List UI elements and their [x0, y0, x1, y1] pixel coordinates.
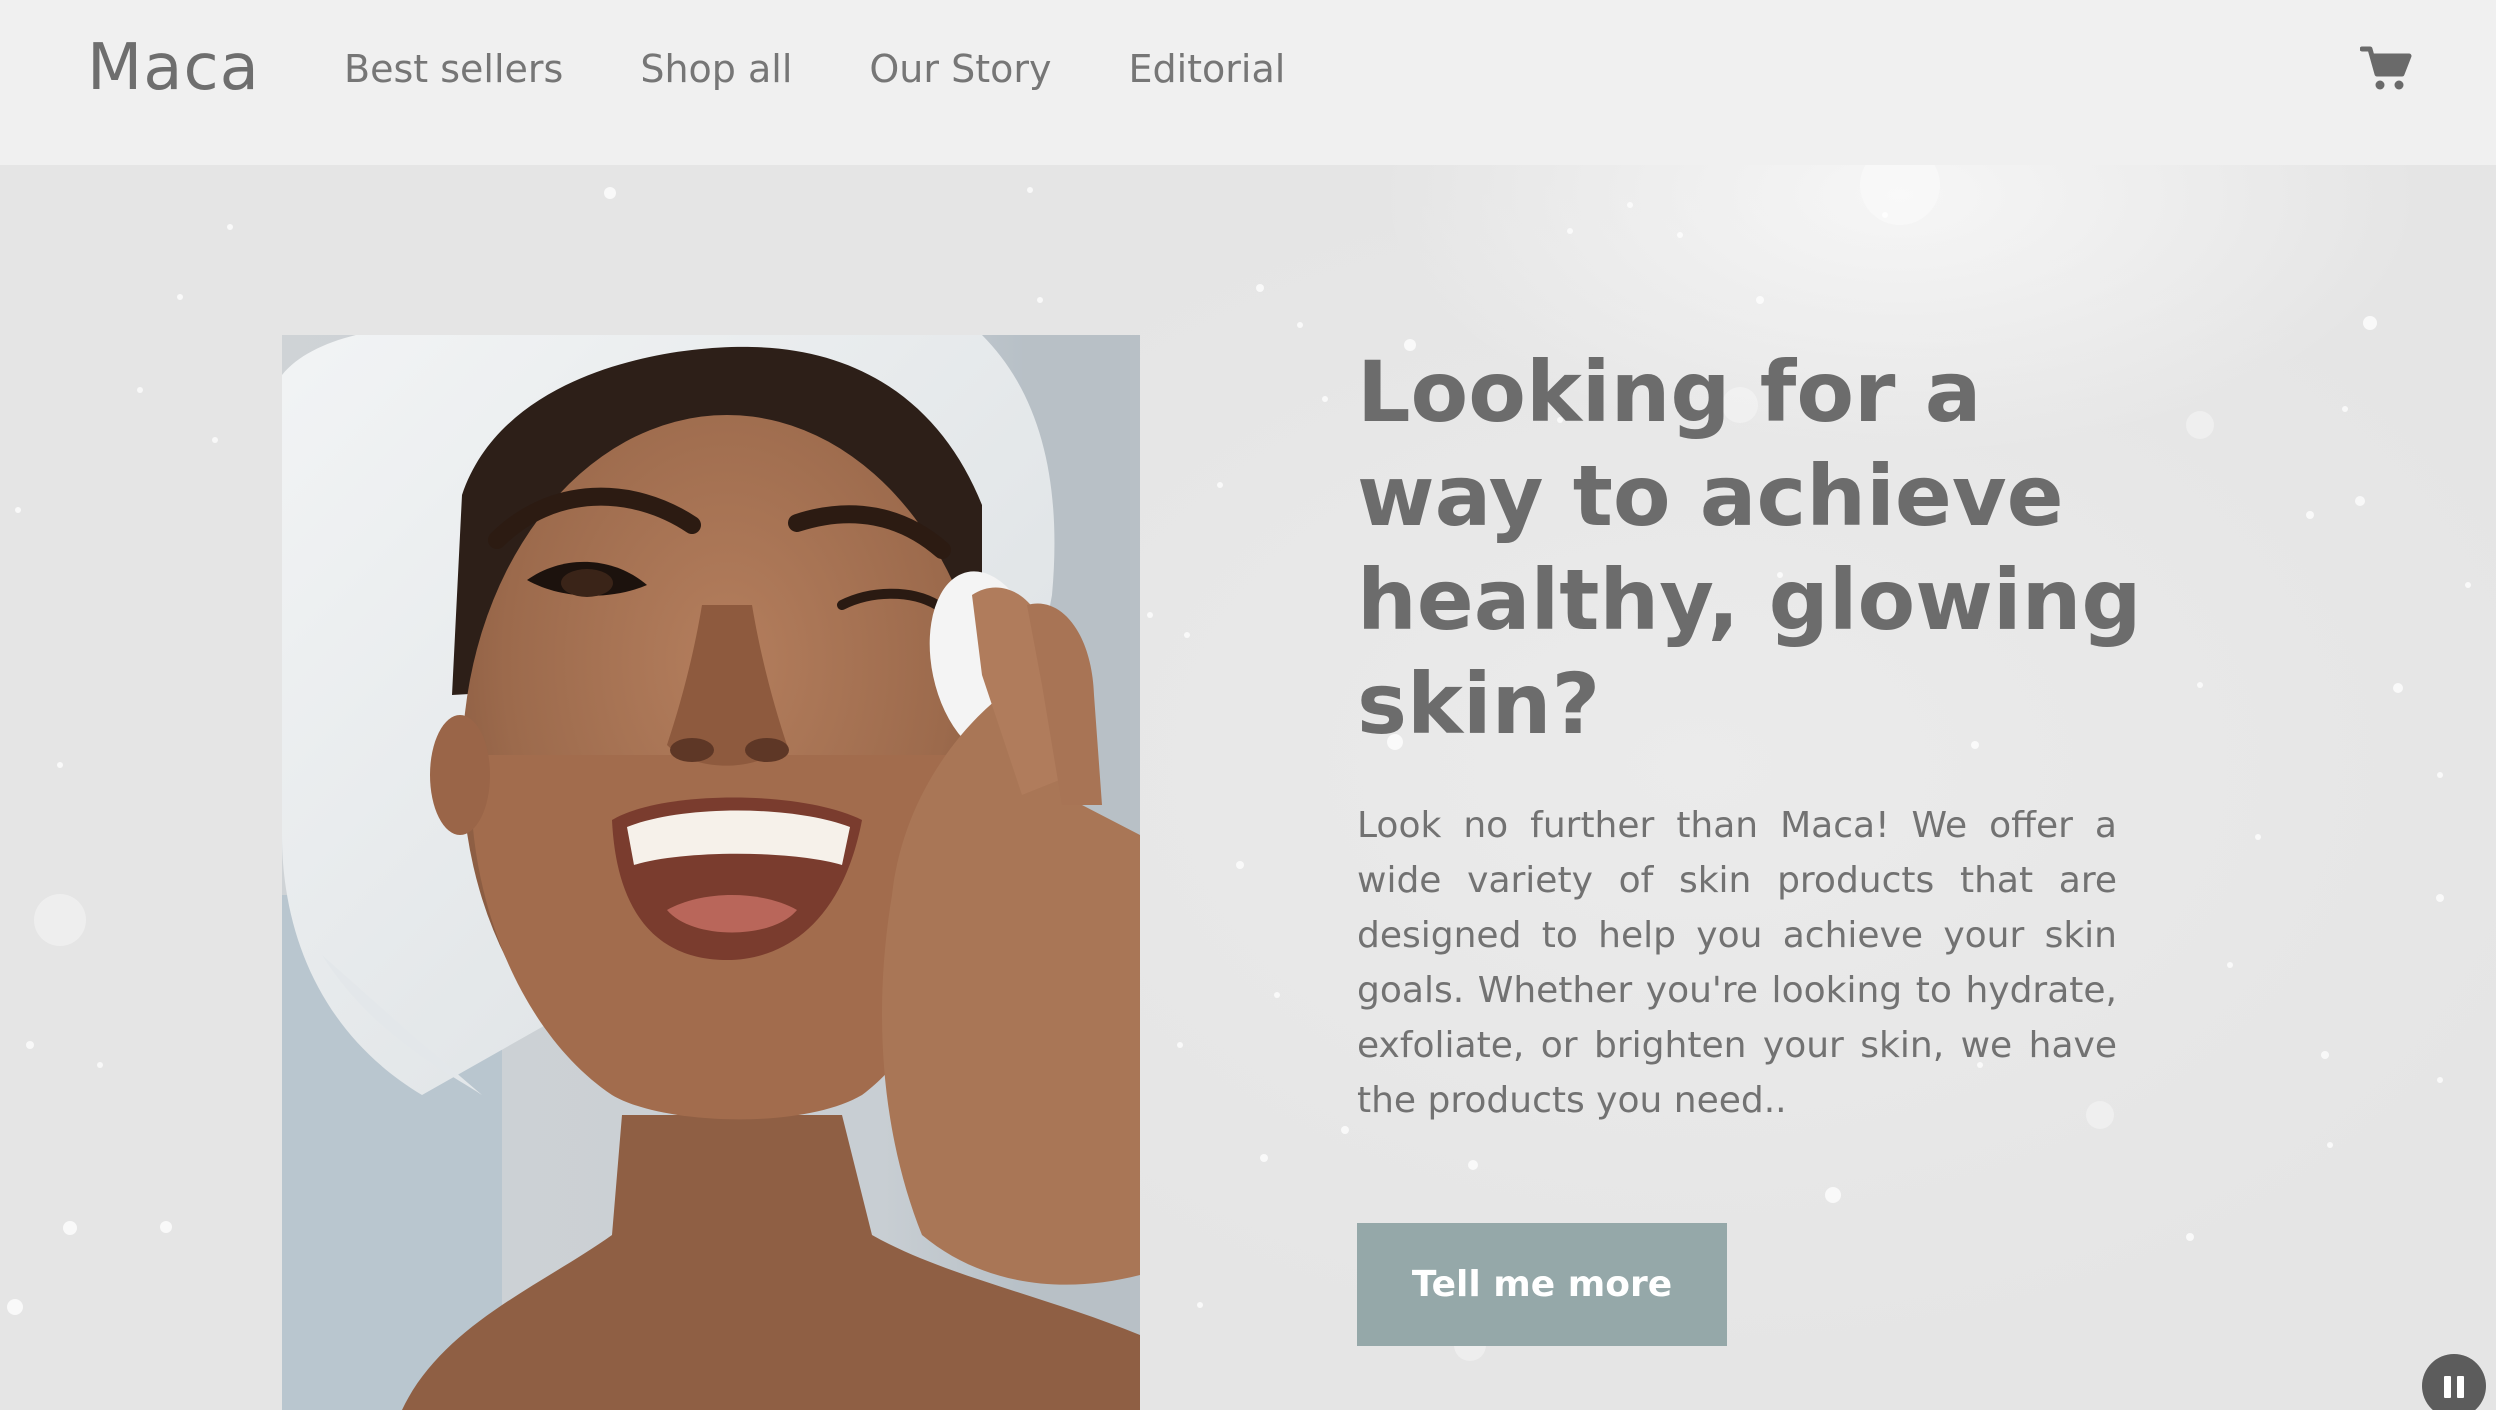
woman-portrait-illustration: [282, 335, 1140, 1410]
hero-section: Looking for a way to achieve healthy, gl…: [0, 165, 2496, 1410]
pause-icon: [2444, 1376, 2451, 1398]
pause-button[interactable]: [2422, 1354, 2486, 1410]
landing-page: Maca Best sellers Shop all Our Story Edi…: [0, 0, 2496, 1410]
site-header: Maca Best sellers Shop all Our Story Edi…: [0, 0, 2496, 165]
hero-image: [282, 335, 1140, 1410]
nav-link-editorial[interactable]: Editorial: [1128, 44, 1285, 94]
nav-link-shop-all[interactable]: Shop all: [640, 44, 792, 94]
hero-description: Look no further than Maca! We offer a wi…: [1357, 805, 2117, 1121]
main-nav: Best sellers Shop all Our Story Editoria…: [344, 44, 1362, 94]
shopping-cart-icon[interactable]: [2359, 44, 2412, 92]
nav-link-best-sellers[interactable]: Best sellers: [344, 44, 563, 94]
tell-me-more-button[interactable]: Tell me more: [1357, 1223, 1727, 1346]
hero-headline: Looking for a way to achieve healthy, gl…: [1357, 343, 2142, 753]
nav-link-our-story[interactable]: Our Story: [869, 44, 1051, 94]
pause-icon-bar: [2457, 1376, 2464, 1398]
brand-logo[interactable]: Maca: [87, 28, 260, 108]
